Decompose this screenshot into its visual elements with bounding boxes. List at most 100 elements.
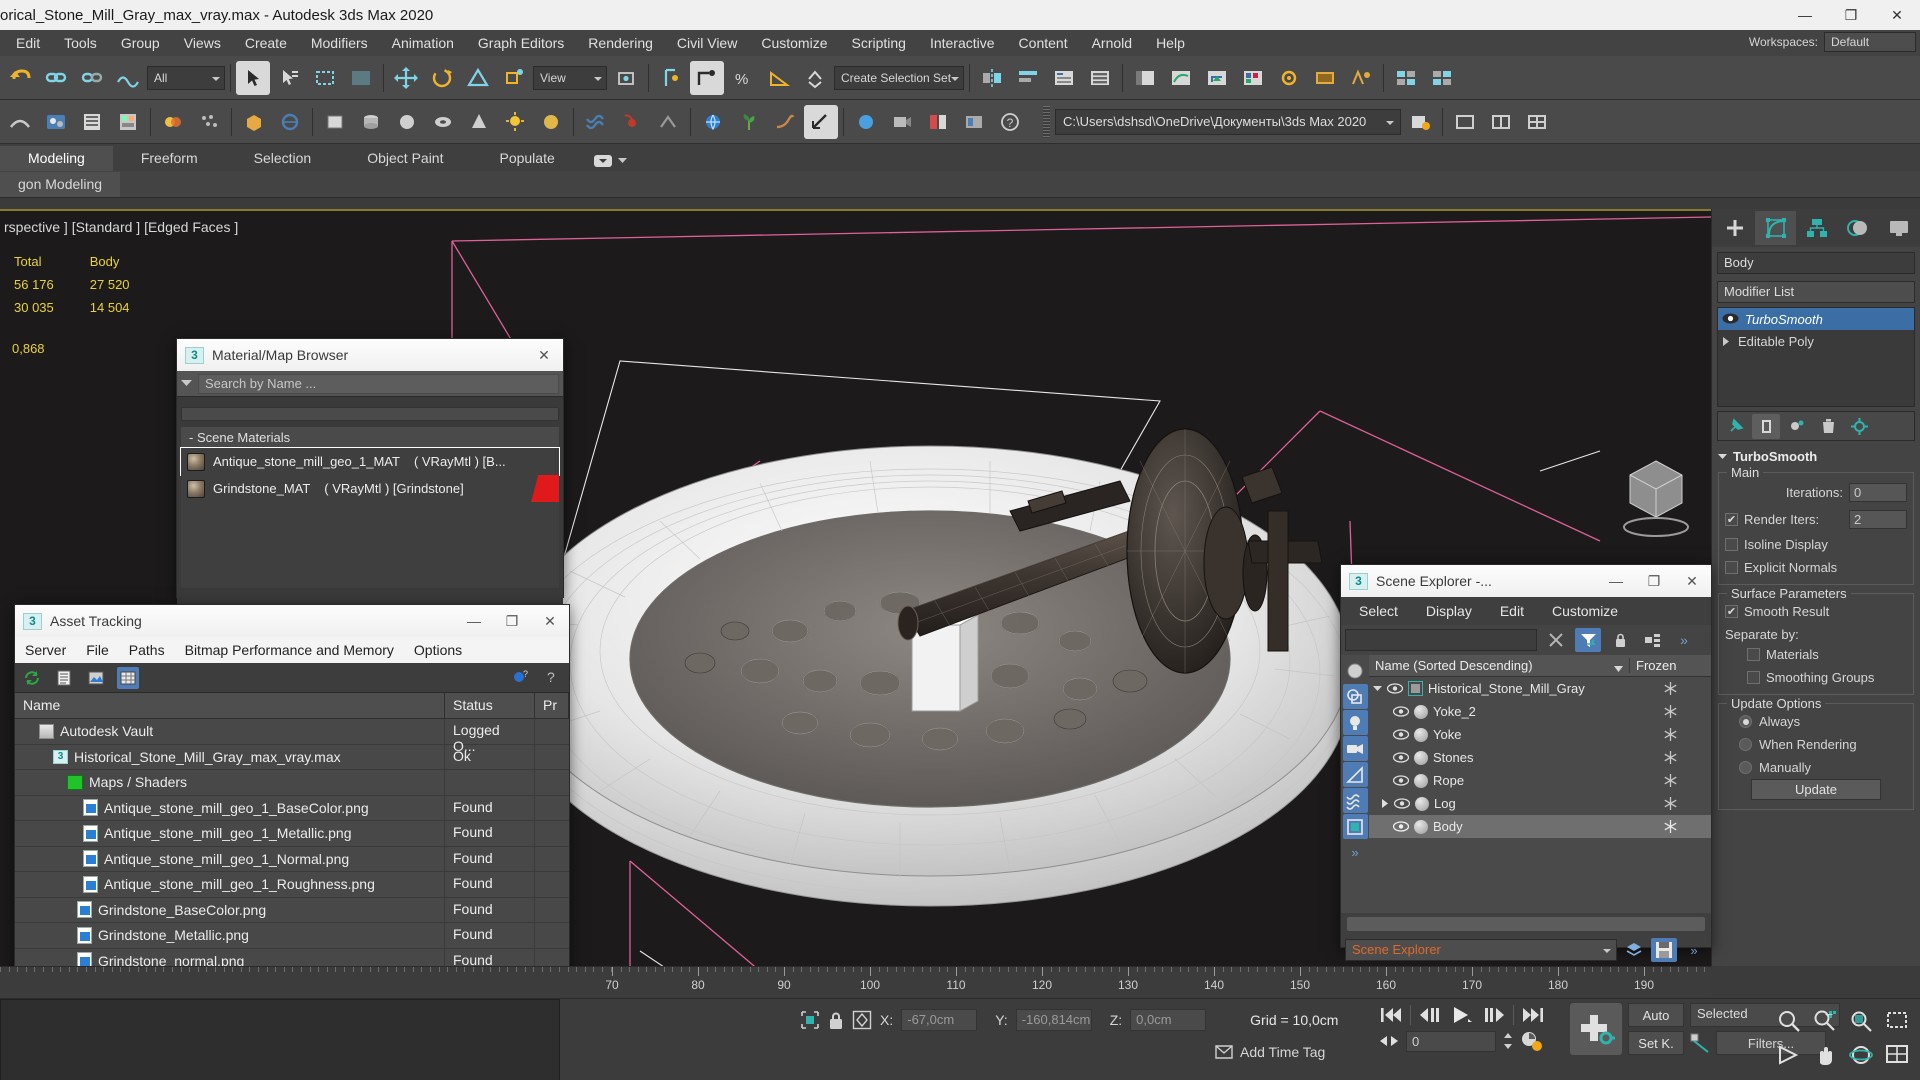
select-object-icon[interactable] (236, 60, 270, 95)
select-and-scale-icon[interactable] (461, 60, 495, 95)
menu-item-group[interactable]: Group (109, 32, 172, 54)
save-explorer-icon[interactable] (1651, 938, 1677, 962)
iterations-spinner[interactable]: 0 (1849, 483, 1907, 502)
next-frame-icon[interactable] (1481, 1003, 1507, 1027)
menu-item-customize[interactable]: Customize (749, 32, 839, 54)
snap-percent-icon[interactable]: % (726, 60, 760, 95)
modifier-list-combo[interactable]: Modifier List (1717, 281, 1915, 303)
maximize-viewport-icon[interactable] (1880, 1039, 1914, 1071)
window-crossing-icon[interactable] (344, 60, 378, 95)
asset-tracking-titlebar[interactable]: 3 Asset Tracking — ❐ ✕ (15, 605, 569, 637)
manually-radio[interactable] (1739, 761, 1752, 774)
geometry-sphere-icon[interactable] (390, 104, 424, 139)
toggle-scene-explorer-icon[interactable] (1128, 60, 1162, 95)
list-item[interactable]: Log (1369, 792, 1711, 815)
sxp-menu-select[interactable]: Select (1359, 603, 1398, 619)
ribbon-tab-object-paint[interactable]: Object Paint (339, 146, 471, 171)
menu-item-tools[interactable]: Tools (52, 32, 109, 54)
atk-menu-server[interactable]: Server (15, 639, 76, 661)
hierarchy-view-icon[interactable] (1639, 628, 1665, 652)
display-floater-icon[interactable] (957, 104, 991, 139)
menu-item-views[interactable]: Views (172, 32, 233, 54)
tab-motion-icon[interactable] (1837, 211, 1878, 245)
layout-single-icon[interactable] (1448, 104, 1482, 139)
scene-explorer-minimize-icon[interactable]: — (1597, 565, 1635, 597)
use-pivot-center-icon[interactable] (609, 60, 643, 95)
column-header-frozen[interactable]: Frozen (1629, 658, 1711, 673)
explorer-name-combo[interactable]: Scene Explorer (1345, 939, 1617, 961)
column-header-name[interactable]: Name (Sorted Descending) (1369, 658, 1629, 673)
time-configuration-icon[interactable] (1520, 1030, 1544, 1052)
spinner-snap-icon[interactable] (798, 60, 832, 95)
close-button[interactable]: ✕ (1874, 0, 1920, 30)
curve-editor-icon[interactable] (1164, 60, 1198, 95)
atk-menu-file[interactable]: File (76, 639, 119, 661)
material-map-browser-window[interactable]: 3 Material/Map Browser ✕ Search by Name … (176, 338, 564, 629)
plant-icon[interactable] (732, 104, 766, 139)
frozen-toggle-icon[interactable] (1629, 705, 1711, 718)
absolute-relative-toggle-icon[interactable] (852, 1010, 872, 1030)
ribbon-tab-modeling[interactable]: Modeling (0, 146, 113, 171)
add-time-tag-button[interactable]: Add Time Tag (1215, 1044, 1325, 1060)
toolbar-gripper[interactable] (1043, 105, 1050, 138)
object-name-field[interactable]: Body (1717, 252, 1915, 274)
materials-checkbox[interactable] (1747, 648, 1760, 661)
scene-explorer-titlebar[interactable]: 3 Scene Explorer -... — ❐ ✕ (1341, 565, 1711, 597)
grid-left-icon[interactable] (1389, 60, 1423, 95)
modifier-stack-item-turbosmooth[interactable]: TurboSmooth (1718, 308, 1914, 330)
set-project-folder-icon[interactable] (1403, 104, 1437, 139)
atk-menu-bitmap-performance[interactable]: Bitmap Performance and Memory (175, 639, 404, 661)
sphere-shaded-icon[interactable] (534, 104, 568, 139)
tab-create-icon[interactable] (1714, 211, 1755, 245)
ribbon-subtab-polygon-modeling[interactable]: gon Modeling (0, 172, 121, 197)
align-icon[interactable] (1011, 60, 1045, 95)
ribbon-tab-selection[interactable]: Selection (226, 146, 340, 171)
table-row[interactable]: Grindstone_BaseColor.png Found (15, 897, 569, 923)
geometry-box-icon[interactable] (318, 104, 352, 139)
sxp-menu-display[interactable]: Display (1426, 603, 1472, 619)
ribbon-tab-populate[interactable]: Populate (471, 146, 582, 171)
asset-tracking-close-icon[interactable]: ✕ (531, 605, 569, 637)
material-search-input[interactable]: Search by Name ... (198, 373, 559, 394)
spinner-icon[interactable] (1502, 1031, 1514, 1051)
menu-item-help[interactable]: Help (1144, 32, 1197, 54)
sphere-gizmo-icon[interactable] (273, 104, 307, 139)
scene-explorer-window[interactable]: 3 Scene Explorer -... — ❐ ✕ Select Displ… (1340, 564, 1712, 962)
schematic-view-icon[interactable] (1200, 60, 1234, 95)
key-tangent-icon[interactable] (1690, 1033, 1710, 1053)
layout-quad-icon[interactable] (1520, 104, 1554, 139)
render-iters-checkbox[interactable]: ✔ (1725, 513, 1738, 526)
scene-explorer-search-input[interactable] (1345, 629, 1537, 651)
asset-tracking-grid[interactable]: Name Status Pr Autodesk Vault Logged O..… (15, 693, 569, 1011)
material-map-browser-close-icon[interactable]: ✕ (525, 339, 563, 371)
table-row[interactable]: Antique_stone_mill_geo_1_Normal.png Foun… (15, 846, 569, 872)
eye-icon[interactable] (1393, 751, 1409, 764)
maximize-button[interactable]: ❐ (1828, 0, 1874, 30)
column-header-pr[interactable]: Pr (535, 693, 569, 718)
menu-item-scripting[interactable]: Scripting (839, 32, 917, 54)
list-item[interactable]: Historical_Stone_Mill_Gray (1369, 677, 1711, 700)
measure-icon[interactable] (804, 104, 838, 139)
select-by-name-icon[interactable] (272, 60, 306, 95)
table-row[interactable]: Maps / Shaders (15, 770, 569, 796)
reference-coordinate-system-combo[interactable]: View (533, 65, 607, 90)
update-button[interactable]: Update (1751, 779, 1881, 800)
pan-icon[interactable] (1808, 1039, 1842, 1071)
menu-item-animation[interactable]: Animation (380, 32, 466, 54)
tab-hierarchy-icon[interactable] (1796, 211, 1837, 245)
menu-item-interactive[interactable]: Interactive (918, 32, 1007, 54)
render-iters-spinner[interactable]: 2 (1849, 510, 1907, 529)
x-coordinate-input[interactable]: -67,0cm (901, 1009, 978, 1031)
globe-icon[interactable] (696, 104, 730, 139)
smooth-result-checkbox[interactable]: ✔ (1725, 605, 1738, 618)
filter-space-warps-icon[interactable] (1342, 788, 1368, 813)
ribbon-tab-freeform[interactable]: Freeform (113, 146, 226, 171)
table-row[interactable]: Antique_stone_mill_geo_1_Roughness.png F… (15, 872, 569, 898)
select-and-move-icon[interactable] (389, 60, 423, 95)
field-of-view-icon[interactable] (1772, 1039, 1806, 1071)
frozen-toggle-icon[interactable] (1629, 820, 1711, 833)
scene-materials-group-header[interactable]: - Scene Materials (181, 427, 559, 448)
ribbon-minimize-control[interactable] (583, 151, 637, 171)
undo-icon[interactable] (3, 60, 37, 95)
frozen-toggle-icon[interactable] (1629, 774, 1711, 787)
